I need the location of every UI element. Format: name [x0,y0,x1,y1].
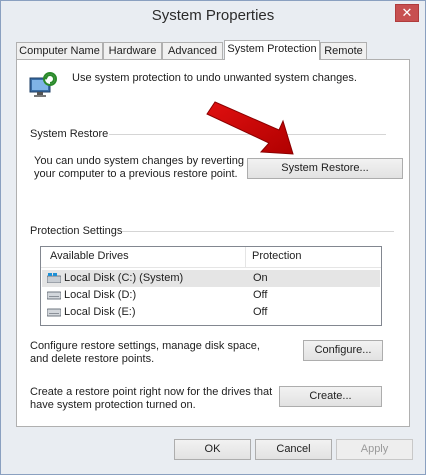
drives-list[interactable]: Available Drives Protection Local Disk (… [40,246,382,326]
drive-protection: Off [253,289,268,301]
drive-row-e[interactable]: Local Disk (E:) Off [42,304,380,321]
title-bar[interactable]: System Properties ✕ [1,1,425,33]
drive-protection: Off [253,306,268,318]
system-properties-window: System Properties ✕ Computer Name Hardwa… [0,0,426,475]
system-protection-icon [29,72,57,97]
tab-remote[interactable]: Remote [320,42,367,59]
protection-settings-divider [122,231,394,232]
configure-button[interactable]: Configure... [303,340,383,361]
create-description-line1: Create a restore point right now for the… [30,386,273,398]
drives-list-header: Available Drives Protection [41,247,381,268]
system-protection-panel: Use system protection to undo unwanted s… [16,59,410,427]
red-arrow-icon [206,101,294,155]
tab-computer-name[interactable]: Computer Name [16,42,103,59]
protection-settings-heading: Protection Settings [30,225,123,237]
system-drive-icon [47,273,61,283]
drive-name: Local Disk (D:) [64,289,137,301]
column-protection[interactable]: Protection [252,250,302,262]
create-description-line2: have system protection turned on. [30,399,196,411]
system-restore-heading: System Restore [30,128,109,140]
column-divider[interactable] [245,247,246,267]
drive-name: Local Disk (C:) (System) [64,272,184,284]
column-available-drives[interactable]: Available Drives [50,250,129,262]
drive-row-c[interactable]: Local Disk (C:) (System) On [42,270,380,287]
window-title: System Properties [151,7,275,24]
tab-system-protection[interactable]: System Protection [224,40,320,60]
cancel-button[interactable]: Cancel [255,439,332,460]
tab-advanced[interactable]: Advanced [162,42,223,59]
dialog-footer: OK Cancel Apply [1,427,425,474]
drive-row-d[interactable]: Local Disk (D:) Off [42,287,380,304]
configure-description-line2: and delete restore points. [30,353,155,365]
ok-button[interactable]: OK [174,439,251,460]
drive-icon [47,291,61,300]
create-button[interactable]: Create... [279,386,382,407]
close-icon: ✕ [401,5,413,20]
drive-name: Local Disk (E:) [64,306,136,318]
configure-description-line1: Configure restore settings, manage disk … [30,340,260,352]
drive-icon [47,308,61,317]
drive-protection: On [253,272,268,284]
apply-button[interactable]: Apply [336,439,413,460]
system-restore-description-line2: your computer to a previous restore poin… [34,168,238,180]
tab-hardware[interactable]: Hardware [103,42,162,59]
intro-text: Use system protection to undo unwanted s… [72,72,357,84]
close-button[interactable]: ✕ [395,4,419,22]
